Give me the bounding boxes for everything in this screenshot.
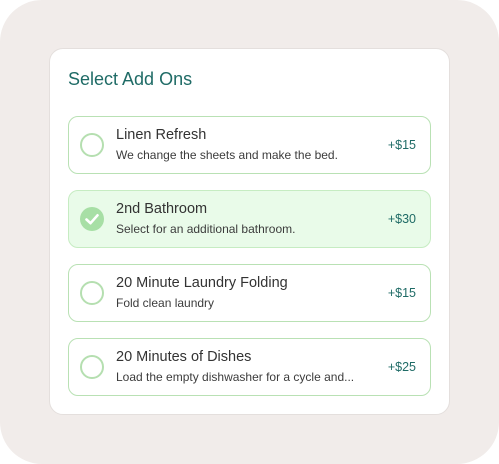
- option-linen-refresh[interactable]: Linen Refresh We change the sheets and m…: [68, 116, 431, 174]
- option-description: Fold clean laundry: [116, 296, 215, 310]
- option-price: +$15: [387, 286, 416, 300]
- card-title: Select Add Ons: [68, 69, 193, 89]
- radio-unchecked-icon[interactable]: [80, 133, 104, 157]
- option-dishes[interactable]: 20 Minutes of Dishes Load the empty dish…: [68, 338, 431, 396]
- option-title: 20 Minute Laundry Folding: [116, 275, 288, 291]
- option-2nd-bathroom[interactable]: 2nd Bathroom Select for an additional ba…: [68, 190, 431, 248]
- option-laundry-folding[interactable]: 20 Minute Laundry Folding Fold clean lau…: [68, 264, 431, 322]
- option-description: Select for an additional bathroom.: [116, 222, 296, 236]
- option-title: Linen Refresh: [116, 127, 207, 143]
- radio-unchecked-icon[interactable]: [80, 355, 104, 379]
- option-description: Load the empty dishwasher for a cycle an…: [116, 370, 355, 384]
- option-price: +$25: [387, 360, 416, 374]
- option-title: 20 Minutes of Dishes: [116, 349, 252, 365]
- radio-unchecked-icon[interactable]: [80, 281, 104, 305]
- option-price: +$30: [387, 212, 416, 226]
- page-background: Select Add Ons Linen Refresh We change t…: [0, 0, 499, 464]
- option-title: 2nd Bathroom: [116, 201, 208, 217]
- add-ons-card: Select Add Ons Linen Refresh We change t…: [49, 48, 450, 415]
- checkmark-icon[interactable]: [80, 207, 104, 231]
- option-price: +$15: [387, 138, 416, 152]
- option-description: We change the sheets and make the bed.: [116, 148, 338, 162]
